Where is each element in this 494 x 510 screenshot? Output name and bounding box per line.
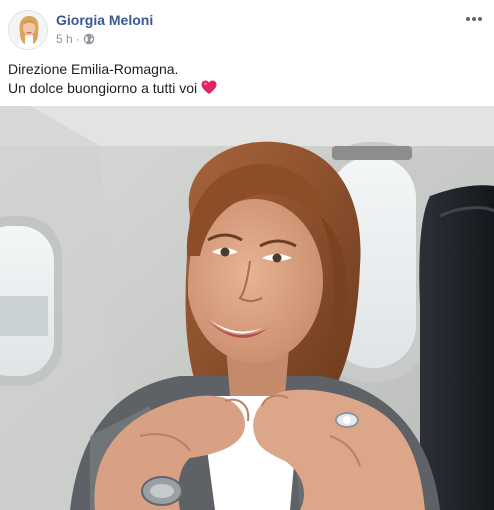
globe-icon[interactable] [83, 33, 95, 45]
author-name-link[interactable]: Giorgia Meloni [56, 12, 153, 28]
meta-separator: · [75, 32, 80, 46]
post-timestamp[interactable]: 5 h [56, 32, 73, 46]
post-text-line-1: Direzione Emilia-Romagna. [8, 61, 179, 77]
more-options-icon[interactable] [462, 10, 486, 28]
author-avatar[interactable] [8, 10, 48, 50]
post-text-line-2: Un dolce buongiorno a tutti voi [8, 80, 198, 96]
post-photo[interactable] [0, 106, 494, 510]
post-text-line-2-wrap: Un dolce buongiorno a tutti voi [8, 79, 486, 100]
facebook-post: Giorgia Meloni 5 h · Direzione Emilia-Ro… [0, 0, 494, 510]
post-text: Direzione Emilia-Romagna. Un dolce buong… [8, 60, 486, 100]
photo-image [0, 106, 494, 510]
post-header: Giorgia Meloni 5 h · [0, 0, 494, 56]
red-heart-icon [201, 80, 217, 100]
avatar-image [9, 11, 47, 49]
post-meta: 5 h · [56, 32, 95, 46]
